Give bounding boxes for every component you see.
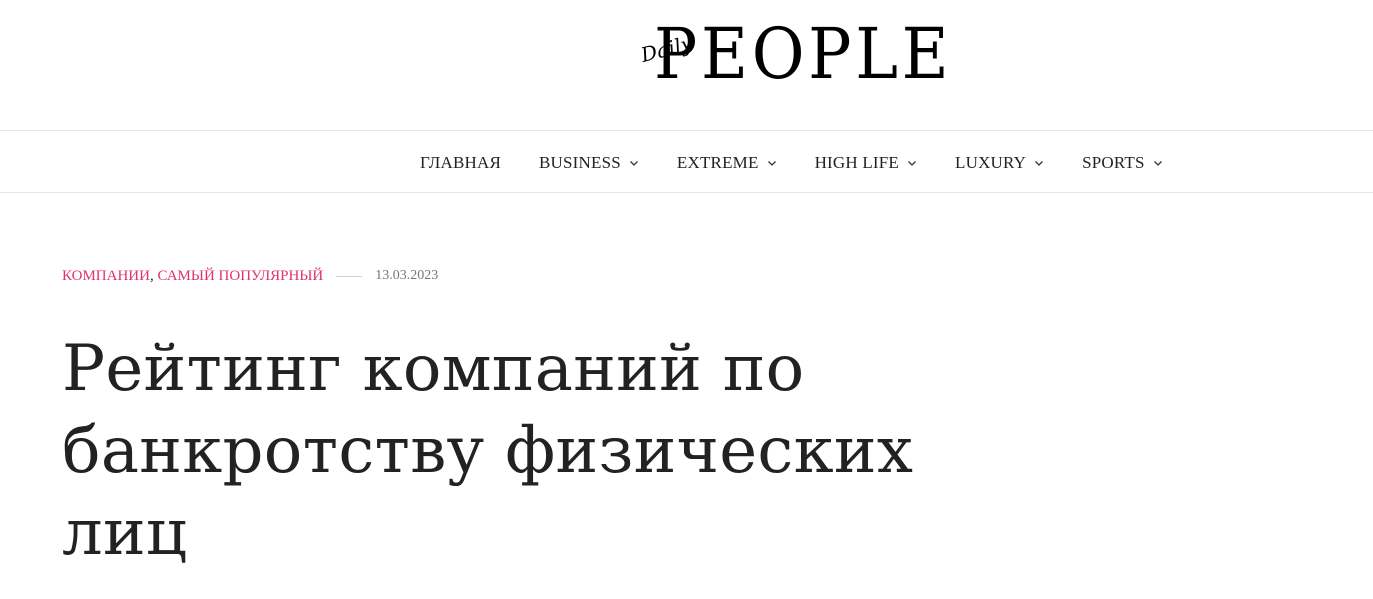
post-title: Рейтинг компаний по банкротству физическ… xyxy=(62,328,962,574)
chevron-down-icon xyxy=(1153,158,1163,168)
chevron-down-icon xyxy=(1034,158,1044,168)
nav-item-label: EXTREME xyxy=(676,152,759,172)
post-title-line: банкротству физических xyxy=(62,414,914,488)
chevron-down-icon xyxy=(907,158,917,168)
post-date: 13.03.2023 xyxy=(375,268,439,283)
nav-item-label: HIGH LIFE xyxy=(814,152,900,172)
post-title-line: лиц xyxy=(62,496,188,570)
nav-item-sports[interactable]: SPORTS xyxy=(1082,153,1163,173)
category-link-companies[interactable]: КОМПАНИИ xyxy=(62,268,150,285)
category-separator: , xyxy=(149,267,154,284)
nav-item-extreme[interactable]: EXTREME xyxy=(677,153,777,173)
site-logo[interactable]: PEOPLE Daily xyxy=(638,14,948,92)
logo-wordmark: PEOPLE xyxy=(654,13,953,95)
site-header: PEOPLE Daily xyxy=(0,0,1373,130)
chevron-down-icon xyxy=(767,158,777,168)
nav-item-luxury[interactable]: LUXURY xyxy=(955,153,1044,173)
chevron-down-icon xyxy=(629,158,639,168)
nav-item-label: ГЛАВНАЯ xyxy=(420,152,501,172)
nav-item-business[interactable]: BUSINESS xyxy=(539,153,639,173)
meta-divider xyxy=(336,275,363,277)
post-title-line: Рейтинг компаний по xyxy=(62,332,805,406)
nav-item-label: LUXURY xyxy=(955,152,1027,172)
nav-item-high-life[interactable]: HIGH LIFE xyxy=(815,153,917,173)
main-navigation: ГЛАВНАЯ BUSINESS EXTREME HIGH LIFE LUXUR… xyxy=(0,130,1373,193)
nav-list: ГЛАВНАЯ BUSINESS EXTREME HIGH LIFE LUXUR… xyxy=(420,131,1163,194)
nav-item-label: SPORTS xyxy=(1082,152,1145,172)
post-meta: КОМПАНИИ , САМЫЙ ПОПУЛЯРНЫЙ 13.03.2023 xyxy=(62,266,438,286)
nav-item-label: BUSINESS xyxy=(539,152,621,172)
category-link-most-popular[interactable]: САМЫЙ ПОПУЛЯРНЫЙ xyxy=(157,268,323,285)
nav-item-home[interactable]: ГЛАВНАЯ xyxy=(420,153,501,173)
